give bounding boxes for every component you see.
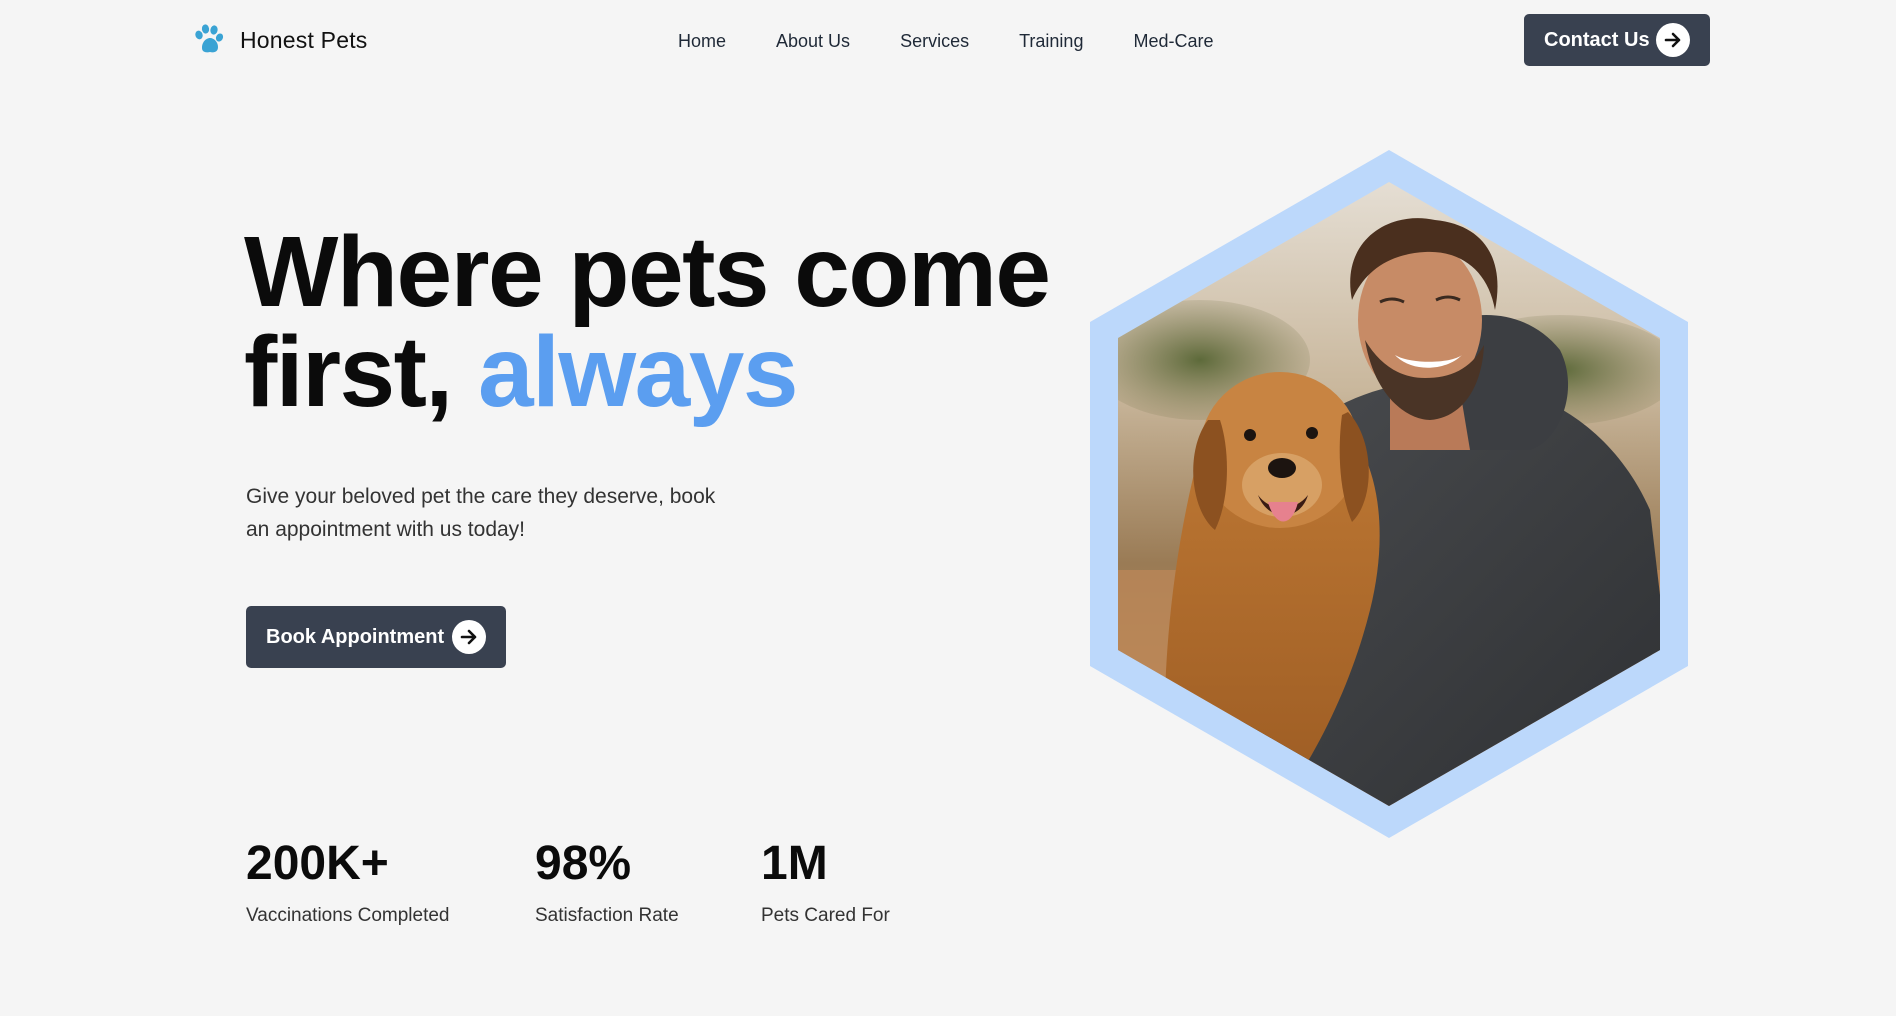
book-appointment-button[interactable]: Book Appointment: [246, 606, 506, 668]
nav-item-med-care[interactable]: Med-Care: [1133, 27, 1213, 56]
arrow-right-circle-icon: [452, 620, 486, 654]
contact-us-button[interactable]: Contact Us: [1524, 14, 1710, 66]
nav-item-training[interactable]: Training: [1019, 27, 1083, 56]
hero-subtitle: Give your beloved pet the care they dese…: [246, 485, 716, 541]
nav-item-services[interactable]: Services: [900, 27, 969, 56]
stat-label: Pets Cared For: [761, 905, 890, 926]
contact-us-label: Contact Us: [1544, 28, 1650, 51]
stat-satisfaction: 98% Satisfaction Rate: [535, 836, 679, 928]
hero-title-accent: always: [477, 316, 799, 428]
brand-logo-link[interactable]: Honest Pets: [192, 22, 368, 58]
nav-item-about-us[interactable]: About Us: [776, 27, 850, 56]
site-header: Honest Pets Home About Us Services Train…: [0, 0, 1896, 82]
stat-value: 98%: [535, 837, 632, 890]
stat-label: Satisfaction Rate: [535, 905, 679, 926]
hero-title: Where pets come first, always: [244, 222, 1104, 422]
book-appointment-label: Book Appointment: [266, 625, 445, 648]
paw-icon: [192, 23, 226, 57]
landing-page: Honest Pets Home About Us Services Train…: [0, 0, 1896, 1016]
stat-value: 200K+: [246, 837, 389, 890]
main-nav: Home About Us Services Training Med-Care: [678, 26, 1214, 56]
brand-name: Honest Pets: [240, 26, 368, 53]
stat-vaccinations: 200K+ Vaccinations Completed: [246, 836, 449, 928]
hero-hexagon-photo: [1090, 150, 1688, 838]
stat-label: Vaccinations Completed: [246, 905, 450, 926]
arrow-right-circle-icon: [1656, 23, 1690, 57]
stat-pets-cared: 1M Pets Cared For: [761, 836, 890, 928]
hero-title-line2: first,: [244, 316, 478, 428]
nav-item-home[interactable]: Home: [678, 27, 726, 56]
stat-value: 1M: [761, 837, 828, 890]
photo-man-hugging-dog: [1118, 182, 1660, 806]
hero-title-line1: Where pets come: [244, 216, 1051, 328]
